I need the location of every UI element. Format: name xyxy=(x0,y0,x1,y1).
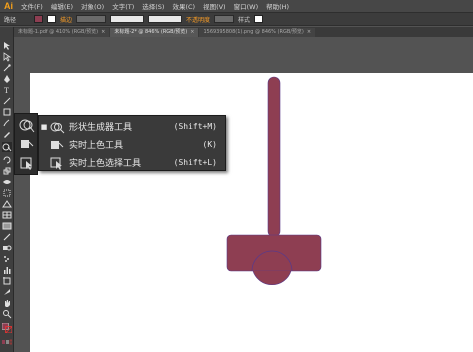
style-label: 样式 xyxy=(238,16,251,24)
line-tool-icon[interactable] xyxy=(2,96,12,106)
flyout-item-shortcut: (Shift+L) xyxy=(173,158,217,167)
flyout-item-label: 实时上色工具 xyxy=(69,141,124,151)
menu-file[interactable]: 文件(F) xyxy=(17,1,47,11)
blend-tool-icon[interactable] xyxy=(2,243,12,253)
handle-shape xyxy=(267,76,281,238)
opacity-label[interactable]: 不透明度 xyxy=(186,15,210,24)
shape-builder-flyout-tools: ▸ xyxy=(14,113,42,175)
menu-view[interactable]: 视图(V) xyxy=(199,1,230,11)
flyout-item-shortcut: (K) xyxy=(202,140,217,149)
artboard-tool-icon[interactable] xyxy=(2,276,12,286)
hand-tool-icon[interactable] xyxy=(2,298,12,308)
zoom-tool-icon[interactable] xyxy=(2,309,12,319)
opacity-field[interactable] xyxy=(214,15,235,23)
shape-builder-flyout-menu: ■ 形状生成器工具 (Shift+M) 实时上色工具 (K) 实时上色选择工具 … xyxy=(38,115,226,171)
pen-tool-icon[interactable] xyxy=(2,74,12,84)
perspective-grid-tool-icon[interactable] xyxy=(2,199,12,209)
tab-label: 1569395808(1).png @ 846% (RGB/预览) xyxy=(203,29,304,35)
eyedropper-tool-icon[interactable] xyxy=(2,232,12,242)
flyout-item-live-paint-selection[interactable]: 实时上色选择工具 (Shift+L) xyxy=(39,154,225,171)
rectangle-tool-icon[interactable] xyxy=(2,107,12,117)
live-paint-selection-icon xyxy=(49,156,65,170)
svg-text:T: T xyxy=(4,86,9,95)
canvas-area[interactable] xyxy=(14,37,473,352)
menu-select[interactable]: 选择(S) xyxy=(138,1,168,11)
menu-bar: Ai 文件(F) 编辑(E) 对象(O) 文字(T) 选择(S) 效果(C) 视… xyxy=(0,0,473,12)
path-label: 路径 xyxy=(4,16,17,24)
tab-label: 未标题-1.pdf @ 410% (RGB/预览) xyxy=(18,29,99,35)
control-bar: 路径 描边 不透明度 样式 xyxy=(0,12,473,26)
direct-selection-tool-icon[interactable] xyxy=(2,52,12,62)
selected-bullet-icon: ■ xyxy=(40,122,48,131)
symbol-sprayer-tool-icon[interactable] xyxy=(2,254,12,264)
width-tool-icon[interactable] xyxy=(2,177,12,187)
shape-builder-tool-icon[interactable] xyxy=(2,142,12,152)
tab-document-1[interactable]: 未标题-1.pdf @ 410% (RGB/预览) × xyxy=(14,28,110,37)
knob-shape xyxy=(252,270,292,286)
close-icon[interactable]: × xyxy=(307,28,311,37)
menu-type[interactable]: 文字(T) xyxy=(108,1,138,11)
fill-swatch[interactable] xyxy=(34,15,44,23)
live-paint-selection-tool-icon[interactable] xyxy=(18,155,36,171)
shape-builder-icon xyxy=(49,120,65,134)
column-graph-tool-icon[interactable] xyxy=(2,265,12,275)
close-icon[interactable]: × xyxy=(101,28,105,37)
shape-builder-tool-icon[interactable] xyxy=(18,117,36,133)
type-tool-icon[interactable]: T xyxy=(2,85,12,95)
head-shape xyxy=(226,234,322,272)
variable-width-profile[interactable] xyxy=(110,15,145,23)
close-icon[interactable]: × xyxy=(190,28,194,37)
menu-items: 文件(F) 编辑(E) 对象(O) 文字(T) 选择(S) 效果(C) 视图(V… xyxy=(17,1,293,11)
mesh-tool-icon[interactable] xyxy=(2,210,12,220)
paintbrush-tool-icon[interactable] xyxy=(2,118,12,128)
menu-object[interactable]: 对象(O) xyxy=(77,1,108,11)
tools-panel: T xyxy=(0,27,14,352)
menu-edit[interactable]: 编辑(E) xyxy=(47,1,77,11)
slice-tool-icon[interactable] xyxy=(2,287,12,297)
flyout-item-shape-builder[interactable]: ■ 形状生成器工具 (Shift+M) xyxy=(39,118,225,135)
menu-help[interactable]: 帮助(H) xyxy=(262,1,293,11)
flyout-item-live-paint-bucket[interactable]: 实时上色工具 (K) xyxy=(39,136,225,153)
menu-window[interactable]: 窗口(W) xyxy=(230,1,263,11)
rotate-tool-icon[interactable] xyxy=(2,155,12,165)
scale-tool-icon[interactable] xyxy=(2,166,12,176)
brush-definition[interactable] xyxy=(148,15,183,23)
stroke-weight-field[interactable] xyxy=(76,15,107,23)
app-logo: Ai xyxy=(4,1,13,11)
tab-label: 未标题-2* @ 846% (RGB/预览) xyxy=(114,29,188,35)
stroke-label[interactable]: 描边 xyxy=(60,15,72,24)
style-swatch[interactable] xyxy=(254,15,264,23)
flyout-item-shortcut: (Shift+M) xyxy=(173,122,217,131)
flyout-item-label: 实时上色选择工具 xyxy=(69,159,142,169)
tab-document-3[interactable]: 1569395808(1).png @ 846% (RGB/预览) × xyxy=(199,28,316,37)
menu-effect[interactable]: 效果(C) xyxy=(168,1,199,11)
live-paint-bucket-icon xyxy=(49,138,65,152)
document-tabs: 未标题-1.pdf @ 410% (RGB/预览) × 未标题-2* @ 846%… xyxy=(14,27,473,37)
selection-tool-icon[interactable] xyxy=(2,41,12,51)
live-paint-bucket-tool-icon[interactable] xyxy=(18,136,36,152)
color-mode-icons[interactable] xyxy=(2,337,12,345)
flyout-item-label: 形状生成器工具 xyxy=(69,123,133,133)
gradient-tool-icon[interactable] xyxy=(2,221,12,231)
tab-document-2[interactable]: 未标题-2* @ 846% (RGB/预览) × xyxy=(110,28,199,37)
free-transform-tool-icon[interactable] xyxy=(2,188,12,198)
stroke-swatch[interactable] xyxy=(47,15,57,23)
magic-wand-tool-icon[interactable] xyxy=(2,63,12,73)
fill-stroke-swatch-icon[interactable] xyxy=(2,323,13,334)
pencil-tool-icon[interactable] xyxy=(2,129,12,139)
